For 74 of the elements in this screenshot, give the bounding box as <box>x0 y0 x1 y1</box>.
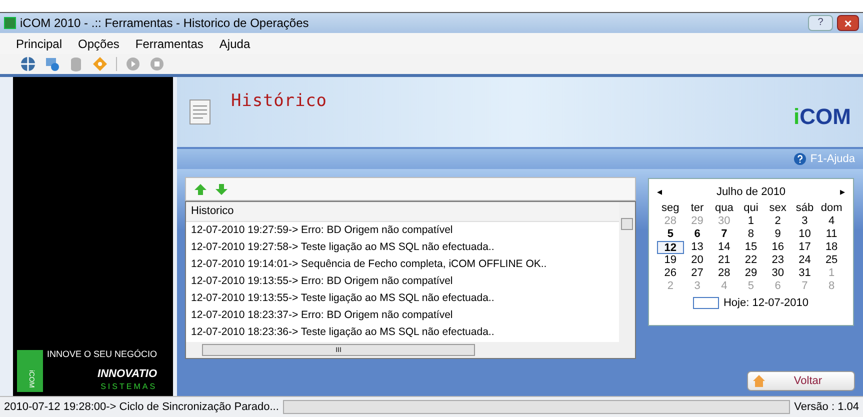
weekday-label: qua <box>714 201 734 215</box>
version-label: Versão : 1.04 <box>794 400 859 415</box>
weekday-label: seg <box>660 201 680 215</box>
next-month-button[interactable]: ▸ <box>840 184 845 200</box>
calendar-day[interactable]: 12 <box>657 241 684 254</box>
calendar-day[interactable]: 17 <box>791 241 818 254</box>
calendar-day[interactable]: 14 <box>710 241 738 254</box>
app-icon <box>4 17 16 29</box>
help-icon[interactable] <box>794 153 806 165</box>
status-message: 2010-07-12 19:28:00-> Ciclo de Sincronização Parado... <box>4 400 279 415</box>
history-row[interactable]: 12-07-2010 19:27:59-> Erro: BD Origem não compatível <box>186 222 619 239</box>
calendar-day[interactable]: 2 <box>764 215 792 228</box>
menu-item[interactable]: Ferramentas <box>135 34 204 52</box>
calendar-month: Julho de 2010 <box>716 184 786 200</box>
calendar-day[interactable]: 22 <box>738 254 764 267</box>
menu-item[interactable]: Principal <box>16 34 62 52</box>
weekday-label: qui <box>742 201 760 215</box>
calendar-day[interactable]: 1 <box>738 215 764 228</box>
calendar-day[interactable]: 31 <box>791 267 818 280</box>
window-title: iCOM 2010 - .:: Ferramentas - Historico de Operações <box>20 15 309 32</box>
today-link[interactable]: Hoje: 12-07-2010 <box>723 295 808 312</box>
calendar-day[interactable]: 8 <box>738 228 764 241</box>
history-row[interactable]: 12-07-2010 19:14:01-> Sequência de Fecho completa, iCOM OFFLINE OK.. <box>186 256 619 273</box>
company-name: INNOVATIO <box>98 368 158 382</box>
calendar-day[interactable]: 19 <box>657 254 684 267</box>
menu-item[interactable]: Ajuda <box>219 34 250 52</box>
calendar-day[interactable]: 9 <box>764 228 792 241</box>
calendar-day[interactable]: 28 <box>710 267 738 280</box>
calendar-day[interactable]: 27 <box>684 267 711 280</box>
slogan: INNOVE O SEU NEGÓCIO <box>47 349 158 360</box>
warning-diamond-icon[interactable] <box>92 56 108 72</box>
calendar-day[interactable]: 13 <box>684 241 711 254</box>
menu-item[interactable]: Opções <box>78 34 120 52</box>
today-marker <box>693 297 720 310</box>
calendar-day[interactable]: 25 <box>818 254 845 267</box>
arrow-up-icon[interactable] <box>194 182 207 196</box>
calendar-day[interactable]: 21 <box>710 254 738 267</box>
globe-icon[interactable] <box>20 56 36 72</box>
history-row[interactable]: 12-07-2010 18:23:37-> Erro: BD Origem não compatível <box>186 307 619 324</box>
calendar-day[interactable]: 4 <box>818 215 845 228</box>
help-button[interactable]: ? <box>808 15 833 31</box>
close-button[interactable]: × <box>837 15 859 31</box>
calendar-day[interactable]: 29 <box>738 267 764 280</box>
history-row[interactable]: 12-07-2010 19:13:55-> Erro: BD Origem não compatível <box>186 273 619 290</box>
weekday-label: dom <box>820 201 844 215</box>
app-logo: iCOM <box>794 102 851 130</box>
document-icon <box>189 99 211 125</box>
calendar-day[interactable]: 6 <box>684 228 711 241</box>
calendar-day[interactable]: 16 <box>764 241 792 254</box>
calendar-day[interactable]: 11 <box>818 228 845 241</box>
calendar-day[interactable]: 3 <box>791 215 818 228</box>
previous-month-button[interactable]: ◂ <box>657 184 662 200</box>
vertical-scrollbar[interactable] <box>619 202 635 342</box>
weekday-label: sáb <box>794 201 815 215</box>
arrow-down-icon[interactable] <box>215 182 228 196</box>
page-title: Histórico <box>231 90 327 114</box>
calendar-day[interactable]: 5 <box>657 228 684 241</box>
calendar-day[interactable]: 7 <box>710 228 738 241</box>
company-tagline: SISTEMAS <box>100 382 158 392</box>
calendar-day[interactable]: 15 <box>738 241 764 254</box>
calendar-day[interactable]: 24 <box>791 254 818 267</box>
calendar-day[interactable]: 30 <box>764 267 792 280</box>
weekday-label: ter <box>690 201 705 215</box>
column-header[interactable]: Historico <box>186 202 619 222</box>
calendar-day[interactable]: 23 <box>764 254 792 267</box>
back-button[interactable]: Voltar <box>747 371 855 391</box>
history-row[interactable]: 12-07-2010 19:13:55-> Teste ligação ao MS SQL não efectuada.. <box>186 290 619 307</box>
calendar-day[interactable]: 20 <box>684 254 711 267</box>
calendar-day[interactable]: 18 <box>818 241 845 254</box>
history-row[interactable]: 12-07-2010 18:23:36-> Teste ligação ao MS SQL não efectuada.. <box>186 324 619 341</box>
calendar-day[interactable]: 26 <box>657 267 684 280</box>
weekday-label: sex <box>768 201 788 215</box>
calendar-day[interactable]: 10 <box>791 228 818 241</box>
history-row[interactable]: 12-07-2010 19:27:58-> Teste ligação ao MS SQL não efectuada.. <box>186 239 619 256</box>
